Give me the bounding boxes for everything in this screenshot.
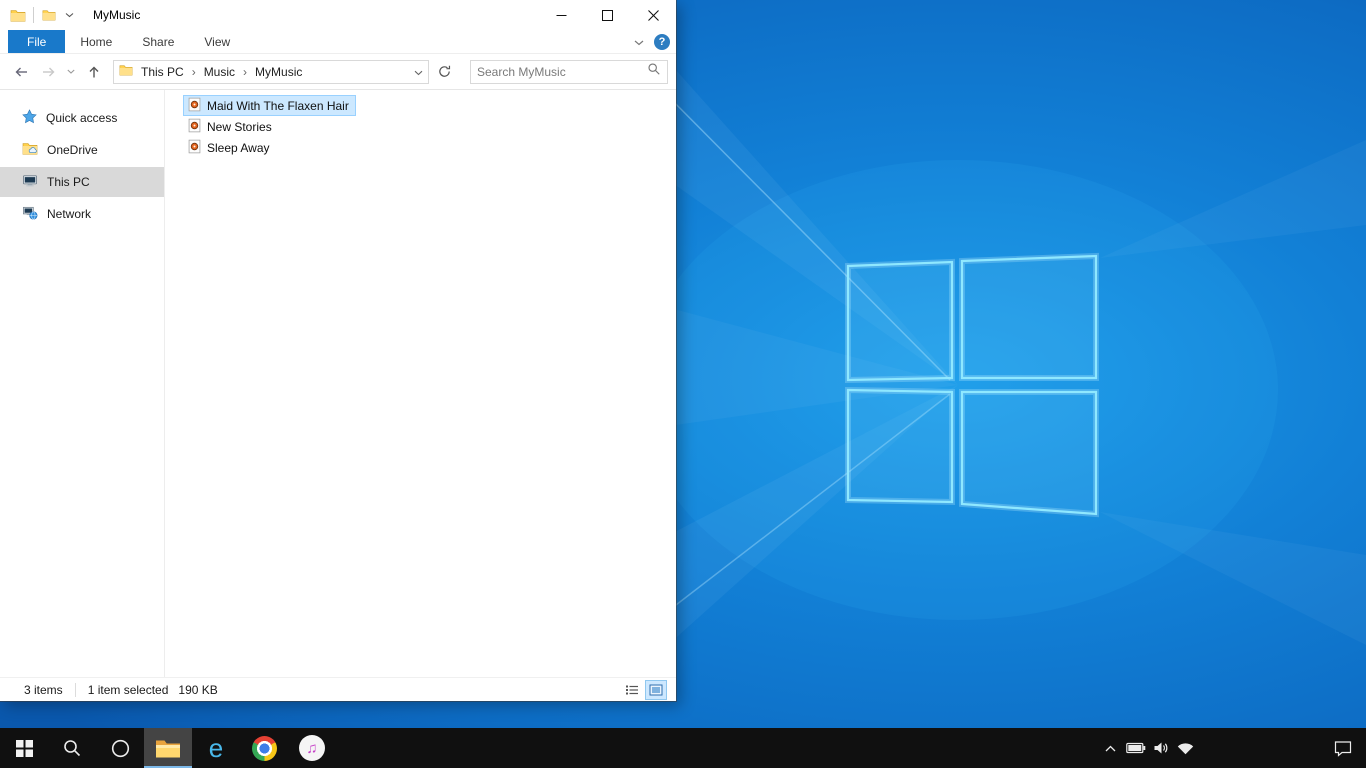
tab-view[interactable]: View (189, 30, 245, 53)
file-row[interactable]: Maid With The Flaxen Hair (183, 95, 356, 116)
file-row[interactable]: New Stories (183, 116, 279, 137)
battery-icon[interactable] (1123, 728, 1148, 768)
qat-chevron-down-icon[interactable] (59, 4, 79, 26)
qat-divider (33, 7, 34, 23)
recent-locations-chevron-icon[interactable] (64, 59, 78, 84)
music-file-icon (187, 118, 202, 136)
system-tray (1086, 728, 1198, 768)
thumbnail-view-button[interactable] (645, 679, 667, 700)
tab-file[interactable]: File (8, 30, 66, 53)
chrome-icon (251, 735, 277, 761)
search-input[interactable] (477, 64, 643, 79)
titlebar[interactable]: MyMusic (0, 0, 676, 30)
sidebar-item-this-pc[interactable]: This PC (0, 167, 164, 197)
wifi-icon[interactable] (1173, 728, 1198, 768)
taskbar-internet-explorer-button[interactable]: e (192, 728, 240, 768)
maximize-button[interactable] (584, 0, 630, 30)
status-divider (74, 682, 76, 697)
tab-home[interactable]: Home (65, 30, 127, 53)
computer-icon (22, 173, 38, 191)
tab-share[interactable]: Share (127, 30, 189, 53)
window-controls (538, 0, 676, 30)
network-icon (22, 205, 38, 223)
sidebar-item-label: OneDrive (47, 143, 98, 157)
up-button[interactable] (81, 59, 106, 84)
refresh-button[interactable] (432, 59, 457, 84)
sidebar-item-quick-access[interactable]: Quick access (0, 103, 164, 133)
selection-size: 190 KB (178, 682, 218, 697)
breadcrumb-separator-icon: › (191, 64, 196, 79)
music-file-icon (187, 97, 202, 115)
volume-icon[interactable] (1148, 728, 1173, 768)
breadcrumb-separator-icon: › (243, 64, 248, 79)
file-row[interactable]: Sleep Away (183, 137, 277, 158)
window-title: MyMusic (93, 8, 141, 22)
taskbar-file-explorer-button[interactable] (144, 728, 192, 768)
itunes-icon: ♫ (299, 735, 325, 761)
file-name: Maid With The Flaxen Hair (207, 98, 349, 113)
cortana-icon[interactable] (96, 728, 144, 768)
breadcrumb-music[interactable]: Music (201, 65, 238, 79)
status-bar: 3 items 1 item selected 190 KB (0, 677, 676, 701)
file-list: Maid With The Flaxen Hair New Stories Sl… (165, 90, 676, 677)
navigation-pane: Quick access OneDrive This PC Network (0, 90, 165, 677)
navigation-bar: This PC › Music › MyMusic (0, 54, 676, 90)
desktop: MyMusic File Home Share View ? This PC ›… (0, 0, 1366, 768)
sidebar-item-onedrive[interactable]: OneDrive (0, 135, 164, 165)
search-box (470, 59, 668, 84)
sidebar-item-label: Network (47, 207, 92, 221)
taskbar-chrome-button[interactable] (240, 728, 288, 768)
onedrive-folder-icon (22, 142, 38, 158)
system-folder-icon[interactable] (8, 4, 28, 26)
details-view-button[interactable] (622, 681, 642, 699)
search-icon[interactable] (647, 62, 661, 81)
close-button[interactable] (630, 0, 676, 30)
ribbon-tabs: File Home Share View ? (0, 30, 676, 54)
address-dropdown-chevron-icon[interactable] (414, 63, 423, 81)
action-center-button[interactable] (1320, 728, 1366, 768)
items-count: 3 items (24, 682, 63, 697)
taskbar: e ♫ (0, 728, 1366, 768)
tray-chevron-up-icon[interactable] (1098, 728, 1123, 768)
music-file-icon (187, 139, 202, 157)
qat-folder-icon[interactable] (39, 4, 59, 26)
address-bar[interactable]: This PC › Music › MyMusic (113, 59, 429, 84)
sidebar-item-label: This PC (47, 175, 90, 189)
forward-button[interactable] (36, 59, 61, 84)
start-button[interactable] (0, 728, 48, 768)
back-button[interactable] (8, 59, 33, 84)
help-icon[interactable]: ? (654, 34, 670, 50)
breadcrumb-mymusic[interactable]: MyMusic (252, 65, 305, 79)
internet-explorer-icon: e (208, 733, 224, 763)
taskbar-spacer (1198, 728, 1320, 768)
window-body: Quick access OneDrive This PC Network Ma… (0, 90, 676, 677)
selection-count: 1 item selected (87, 682, 169, 697)
minimize-button[interactable] (538, 0, 584, 30)
breadcrumb-this-pc[interactable]: This PC (138, 65, 187, 79)
taskbar-itunes-button[interactable]: ♫ (288, 728, 336, 768)
file-name: Sleep Away (207, 140, 270, 155)
sidebar-item-network[interactable]: Network (0, 199, 164, 229)
star-icon (22, 109, 37, 127)
ribbon-expand-chevron-icon[interactable] (634, 33, 644, 51)
taskbar-search-icon[interactable] (48, 728, 96, 768)
address-folder-icon (119, 63, 133, 81)
file-explorer-window: MyMusic File Home Share View ? This PC ›… (0, 0, 676, 701)
sidebar-item-label: Quick access (46, 111, 118, 125)
file-name: New Stories (207, 119, 272, 134)
